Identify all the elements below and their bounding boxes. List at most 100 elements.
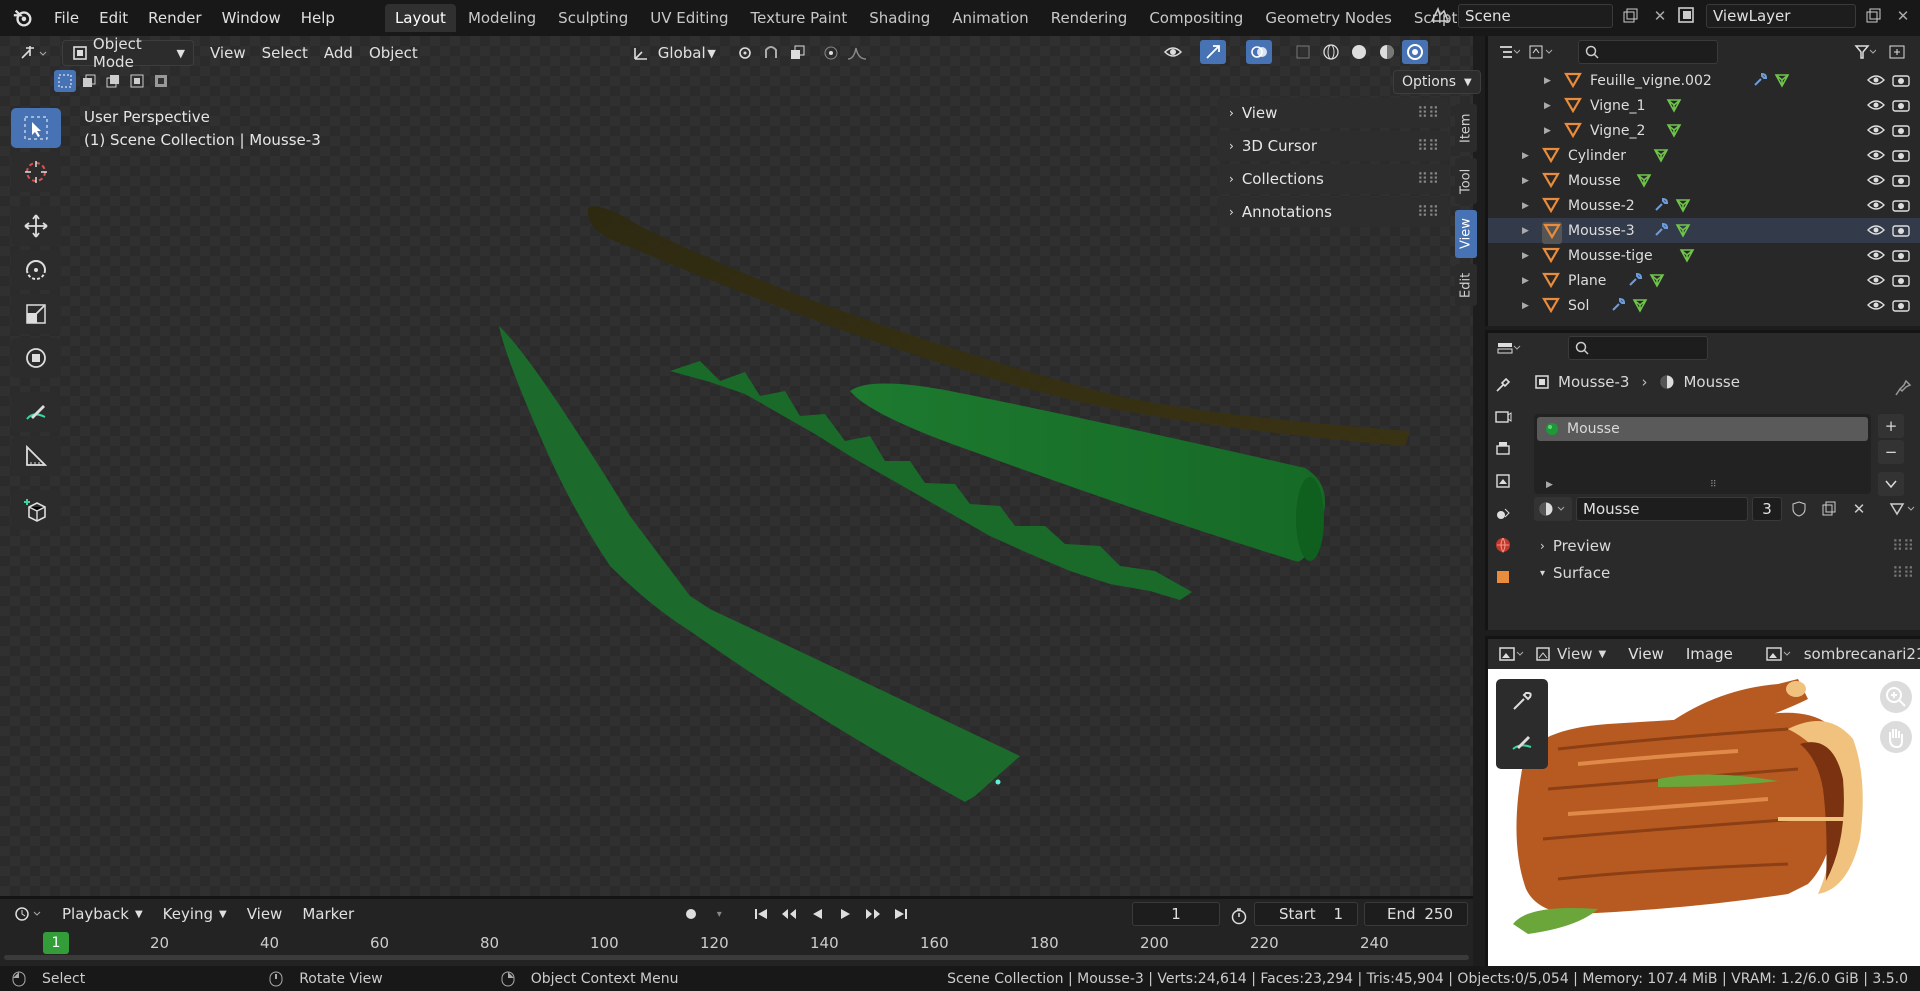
- jump-start-icon[interactable]: [748, 902, 774, 926]
- tab-animation[interactable]: Animation: [942, 4, 1038, 32]
- annotate-tool[interactable]: [11, 392, 61, 432]
- select-box-tool[interactable]: [11, 108, 61, 148]
- wrench-modifier-icon[interactable]: [1653, 222, 1669, 238]
- tab-rendering[interactable]: Rendering: [1041, 4, 1138, 32]
- scene-icon[interactable]: [1428, 5, 1454, 27]
- material-name-field[interactable]: Mousse: [1576, 497, 1748, 521]
- timeline-editor-type-icon[interactable]: [10, 902, 50, 926]
- timeline-ruler[interactable]: 1 20 40 60 80 100 120 140 160 180 200 220 240: [0, 929, 1473, 960]
- play-icon[interactable]: [832, 902, 858, 926]
- expand-triangle-icon[interactable]: ▶: [1544, 101, 1551, 111]
- expand-triangle-icon[interactable]: ▶: [1522, 301, 1529, 311]
- record-icon[interactable]: [678, 902, 704, 926]
- drag-handle-icon[interactable]: ⠿⠿: [1417, 203, 1439, 221]
- render-properties-icon[interactable]: [1490, 405, 1516, 429]
- camera-icon[interactable]: [1892, 123, 1910, 137]
- tab-sculpting[interactable]: Sculpting: [548, 4, 638, 32]
- mesh-data-icon[interactable]: [1679, 247, 1695, 263]
- expand-triangle-icon[interactable]: ▶: [1544, 76, 1551, 86]
- add-cube-tool[interactable]: [11, 490, 61, 530]
- tab-uv-editing[interactable]: UV Editing: [640, 4, 738, 32]
- camera-icon[interactable]: [1892, 273, 1910, 287]
- expand-triangle-icon[interactable]: ▶: [1522, 176, 1529, 186]
- eye-icon[interactable]: [1867, 298, 1885, 312]
- output-properties-icon[interactable]: [1490, 437, 1516, 461]
- rendered-shading-icon[interactable]: [1402, 40, 1428, 64]
- resize-handle-icon[interactable]: ⠿: [1710, 480, 1717, 490]
- falloff-icon[interactable]: [844, 41, 870, 65]
- tab-geometry-nodes[interactable]: Geometry Nodes: [1255, 4, 1402, 32]
- prev-keyframe-icon[interactable]: [776, 902, 802, 926]
- viewport-menu-select[interactable]: Select: [254, 40, 316, 66]
- wrench-modifier-icon[interactable]: [1627, 272, 1643, 288]
- unlink-material-icon[interactable]: ✕: [1846, 497, 1872, 521]
- select-subtract-icon[interactable]: [102, 70, 124, 92]
- outliner-item[interactable]: ▶ Mousse-2: [1488, 193, 1920, 218]
- image-view-mode-dropdown[interactable]: View ▼: [1535, 645, 1606, 663]
- browse-material-icon[interactable]: [1534, 497, 1572, 521]
- world-properties-icon[interactable]: [1490, 533, 1516, 557]
- blender-logo-icon[interactable]: [12, 7, 34, 29]
- eye-icon[interactable]: [1867, 223, 1885, 237]
- current-frame-field[interactable]: 1: [1132, 902, 1220, 926]
- wireframe-shading-icon[interactable]: [1318, 40, 1344, 64]
- expand-triangle-icon[interactable]: ▶: [1522, 201, 1529, 211]
- user-count[interactable]: 3: [1752, 497, 1782, 521]
- image-menu-view[interactable]: View: [1620, 641, 1672, 667]
- mesh-data-icon[interactable]: [1636, 172, 1652, 188]
- outliner-item[interactable]: ▶ Mousse-tige: [1488, 243, 1920, 268]
- zoom-icon[interactable]: [1880, 681, 1912, 713]
- outliner-item[interactable]: ▶ Plane: [1488, 268, 1920, 293]
- tab-texture-paint[interactable]: Texture Paint: [740, 4, 857, 32]
- expand-triangle-icon[interactable]: ▶: [1546, 480, 1553, 490]
- section-preview[interactable]: › Preview ⠿⠿: [1534, 532, 1914, 560]
- mesh-data-icon[interactable]: [1774, 72, 1790, 88]
- mesh-data-icon[interactable]: [1675, 222, 1691, 238]
- menu-help[interactable]: Help: [291, 9, 345, 27]
- drag-handle-icon[interactable]: ⠿⠿: [1417, 170, 1439, 188]
- scene-properties-icon[interactable]: [1490, 501, 1516, 525]
- menu-file[interactable]: File: [44, 9, 89, 27]
- camera-icon[interactable]: [1892, 298, 1910, 312]
- proportional-edit-icon[interactable]: [818, 41, 844, 65]
- panel-view[interactable]: › View ⠿⠿: [1217, 98, 1449, 128]
- timeline-menu-marker[interactable]: Marker: [294, 901, 362, 927]
- measure-tool[interactable]: [11, 436, 61, 476]
- tab-shading[interactable]: Shading: [859, 4, 940, 32]
- outliner-item[interactable]: ▶ Mousse: [1488, 168, 1920, 193]
- menu-window[interactable]: Window: [212, 9, 291, 27]
- next-keyframe-icon[interactable]: [860, 902, 886, 926]
- sample-tool-icon[interactable]: [1498, 681, 1546, 721]
- scene-name-field[interactable]: Scene: [1458, 4, 1613, 28]
- remove-viewlayer-icon[interactable]: ✕: [1890, 4, 1916, 28]
- image-name-field[interactable]: sombrecanari210: [1804, 645, 1920, 663]
- filter-icon[interactable]: [1852, 40, 1878, 64]
- camera-icon[interactable]: [1892, 248, 1910, 262]
- slot-menu-icon[interactable]: [1878, 472, 1904, 496]
- transform-tool[interactable]: [11, 338, 61, 378]
- expand-triangle-icon[interactable]: ▶: [1522, 276, 1529, 286]
- camera-icon[interactable]: [1892, 148, 1910, 162]
- eye-icon[interactable]: [1867, 248, 1885, 262]
- drag-handle-icon[interactable]: ⠿⠿: [1417, 137, 1439, 155]
- outliner-item[interactable]: ▶ Vigne_2: [1488, 118, 1920, 143]
- menu-render[interactable]: Render: [138, 9, 211, 27]
- eye-icon[interactable]: [1867, 123, 1885, 137]
- rotate-tool[interactable]: [11, 250, 61, 290]
- remove-scene-icon[interactable]: ✕: [1647, 4, 1673, 28]
- start-frame-field[interactable]: Start 1: [1254, 902, 1358, 926]
- link-mode-icon[interactable]: [1884, 497, 1920, 521]
- section-surface[interactable]: ▾ Surface ⠿⠿: [1534, 559, 1914, 587]
- viewport-menu-object[interactable]: Object: [361, 40, 426, 66]
- wrench-modifier-icon[interactable]: [1752, 72, 1768, 88]
- select-intersect-icon[interactable]: [150, 70, 172, 92]
- eye-icon[interactable]: [1867, 148, 1885, 162]
- display-mode-icon[interactable]: [1528, 40, 1554, 64]
- eye-icon[interactable]: [1867, 98, 1885, 112]
- chevron-down-icon[interactable]: ▾: [706, 902, 732, 926]
- orientation-dropdown[interactable]: Global ▼: [624, 40, 724, 66]
- snap-target-icon[interactable]: [784, 41, 810, 65]
- fake-user-icon[interactable]: [1786, 497, 1812, 521]
- material-shading-icon[interactable]: [1374, 40, 1400, 64]
- mesh-data-icon[interactable]: [1653, 147, 1669, 163]
